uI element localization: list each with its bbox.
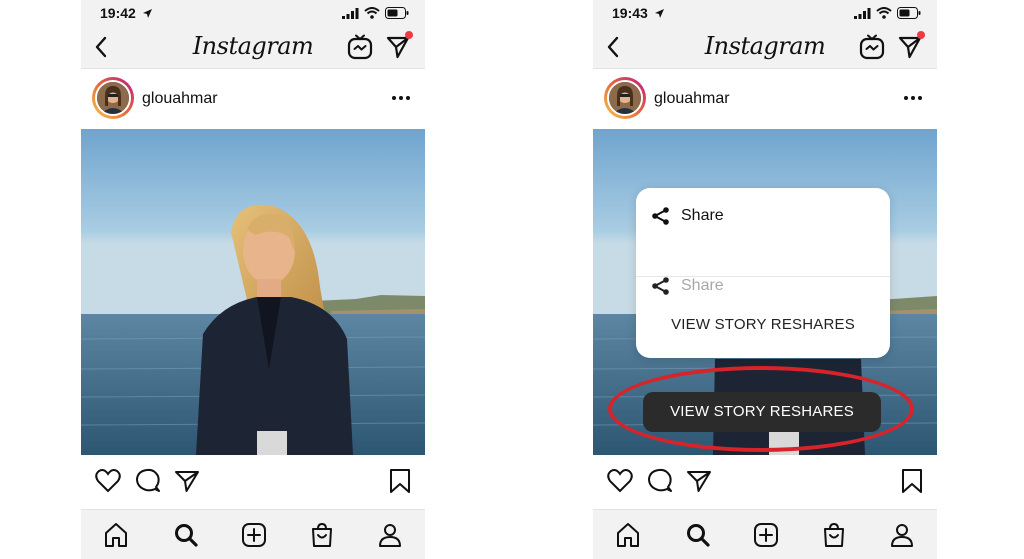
- search-icon[interactable]: [685, 522, 711, 548]
- bottom-nav: [593, 509, 937, 559]
- share-icon: [652, 207, 669, 225]
- avatar[interactable]: [604, 77, 646, 119]
- phone-screen-right: 19:43 Instagram glouahmar Share Share VI…: [593, 0, 937, 559]
- status-icons: [854, 7, 921, 19]
- status-time: 19:43: [612, 5, 648, 21]
- app-logo: Instagram: [192, 32, 314, 60]
- signal-icon: [342, 7, 359, 19]
- bottom-nav: [81, 509, 425, 559]
- profile-icon[interactable]: [377, 522, 403, 548]
- more-icon[interactable]: [903, 87, 923, 109]
- heart-icon[interactable]: [606, 467, 634, 495]
- share-context-menu: Share Share VIEW STORY RESHARES: [636, 188, 890, 358]
- more-icon[interactable]: [391, 87, 411, 109]
- bookmark-icon[interactable]: [898, 467, 926, 495]
- direct-message-icon[interactable]: [897, 31, 925, 60]
- igtv-icon[interactable]: [347, 34, 373, 60]
- status-time: 19:42: [100, 5, 136, 21]
- status-icons: [342, 7, 409, 19]
- post-header: glouahmar: [593, 70, 937, 128]
- send-icon[interactable]: [685, 467, 713, 495]
- menu-share-item[interactable]: Share: [651, 206, 724, 226]
- send-icon[interactable]: [173, 467, 201, 495]
- heart-icon[interactable]: [94, 467, 122, 495]
- share-icon: [652, 277, 669, 295]
- post-username[interactable]: glouahmar: [142, 90, 218, 108]
- search-icon[interactable]: [173, 522, 199, 548]
- shop-icon[interactable]: [309, 522, 335, 548]
- direct-message-icon[interactable]: [385, 31, 413, 60]
- location-arrow-icon: [654, 6, 665, 24]
- wifi-icon: [876, 7, 892, 19]
- notification-dot: [405, 31, 413, 39]
- highlight-annotation: [608, 366, 914, 452]
- app-logo: Instagram: [704, 32, 826, 60]
- status-bar: 19:42: [81, 0, 425, 26]
- home-icon[interactable]: [103, 522, 129, 548]
- bookmark-icon[interactable]: [386, 467, 414, 495]
- phone-screen-left: 19:42 Instagram glouahmar: [81, 0, 425, 559]
- menu-share-label-faded: Share: [681, 277, 724, 294]
- signal-icon: [854, 7, 871, 19]
- post-username[interactable]: glouahmar: [654, 90, 730, 108]
- menu-view-story-reshares[interactable]: VIEW STORY RESHARES: [636, 316, 890, 333]
- battery-icon: [897, 7, 921, 19]
- profile-icon[interactable]: [889, 522, 915, 548]
- battery-icon: [385, 7, 409, 19]
- post-action-bar: [81, 456, 425, 506]
- app-header: Instagram: [81, 26, 425, 69]
- home-icon[interactable]: [615, 522, 641, 548]
- app-header: Instagram: [593, 26, 937, 69]
- avatar[interactable]: [92, 77, 134, 119]
- post-action-bar: [593, 456, 937, 506]
- post-photo[interactable]: [81, 129, 425, 455]
- menu-share-item-faded[interactable]: Share: [651, 276, 724, 296]
- location-arrow-icon: [142, 6, 153, 24]
- notification-dot: [917, 31, 925, 39]
- post-header: glouahmar: [81, 70, 425, 128]
- new-post-icon[interactable]: [753, 522, 779, 548]
- status-bar: 19:43: [593, 0, 937, 26]
- comment-icon[interactable]: [646, 467, 674, 495]
- menu-share-label: Share: [681, 207, 724, 224]
- wifi-icon: [364, 7, 380, 19]
- igtv-icon[interactable]: [859, 34, 885, 60]
- new-post-icon[interactable]: [241, 522, 267, 548]
- comment-icon[interactable]: [134, 467, 162, 495]
- shop-icon[interactable]: [821, 522, 847, 548]
